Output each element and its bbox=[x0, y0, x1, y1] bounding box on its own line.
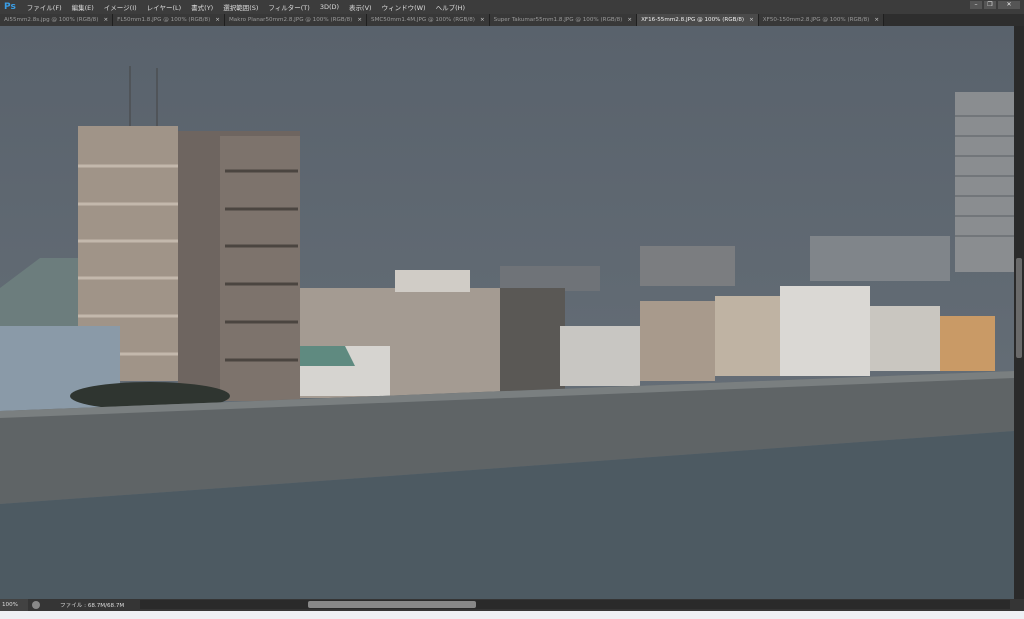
menu-3d[interactable]: 3D(D) bbox=[315, 3, 344, 11]
photoshop-logo: Ps bbox=[4, 2, 16, 12]
minimize-button[interactable]: – bbox=[970, 1, 982, 9]
status-icon bbox=[32, 601, 40, 609]
tab-label: FL50mm1.8.JPG @ 100% (RGB/8) bbox=[117, 17, 211, 23]
horizontal-scroll-thumb[interactable] bbox=[308, 601, 476, 608]
close-button[interactable]: ✕ bbox=[998, 1, 1020, 9]
tab-label: XF50-150mm2.8.JPG @ 100% (RGB/8) bbox=[762, 17, 870, 23]
close-tab-icon[interactable]: × bbox=[480, 17, 485, 23]
close-tab-icon[interactable]: × bbox=[749, 17, 754, 23]
menu-file[interactable]: ファイル(F) bbox=[22, 2, 67, 12]
taskbar-strip bbox=[0, 611, 1024, 619]
menu-bar: Ps ファイル(F) 編集(E) イメージ(I) レイヤー(L) 書式(Y) 選… bbox=[0, 0, 1024, 14]
menu-select[interactable]: 選択範囲(S) bbox=[218, 2, 263, 12]
tab-ai55[interactable]: Ai55mm2.8s.jpg @ 100% (RGB/8) × bbox=[0, 14, 114, 26]
tab-label: SMC50mm1.4M.JPG @ 100% (RGB/8) bbox=[371, 17, 475, 23]
tab-xf50-150[interactable]: XF50-150mm2.8.JPG @ 100% (RGB/8) × bbox=[758, 14, 885, 26]
menu-help[interactable]: ヘルプ(H) bbox=[431, 2, 470, 12]
document-size: ファイル : 68.7M/68.7M bbox=[60, 603, 125, 609]
tab-label: Super Takumar55mm1.8.JPG @ 100% (RGB/8) bbox=[493, 17, 623, 23]
tab-xf16-55[interactable]: XF16-55mm2.8.JPG @ 100% (RGB/8) × bbox=[637, 14, 759, 26]
menu-view[interactable]: 表示(V) bbox=[344, 2, 377, 12]
close-tab-icon[interactable]: × bbox=[627, 17, 632, 23]
menu-layer[interactable]: レイヤー(L) bbox=[142, 2, 187, 12]
photo-riverside-buildings bbox=[0, 26, 1014, 599]
status-bar: 100% ファイル : 68.7M/68.7M ▶ bbox=[0, 599, 1024, 611]
menu-image[interactable]: イメージ(I) bbox=[99, 2, 142, 12]
close-tab-icon[interactable]: × bbox=[215, 17, 220, 23]
menu-edit[interactable]: 編集(E) bbox=[67, 2, 99, 12]
tab-fl50[interactable]: FL50mm1.8.JPG @ 100% (RGB/8) × bbox=[113, 14, 225, 26]
zoom-level[interactable]: 100% bbox=[0, 599, 28, 611]
menu-type[interactable]: 書式(Y) bbox=[186, 2, 218, 12]
close-tab-icon[interactable]: × bbox=[357, 17, 362, 23]
tab-smc50[interactable]: SMC50mm1.4M.JPG @ 100% (RGB/8) × bbox=[367, 14, 490, 26]
tab-super-takumar[interactable]: Super Takumar55mm1.8.JPG @ 100% (RGB/8) × bbox=[489, 14, 638, 26]
close-tab-icon[interactable]: × bbox=[103, 17, 108, 23]
restore-button[interactable]: ❐ bbox=[984, 1, 996, 9]
tab-label: Makro Planar50mm2.8.JPG @ 100% (RGB/8) bbox=[228, 17, 353, 23]
menu-window[interactable]: ウィンドウ(W) bbox=[377, 2, 431, 12]
document-canvas[interactable] bbox=[0, 26, 1014, 599]
tab-label: Ai55mm2.8s.jpg @ 100% (RGB/8) bbox=[4, 17, 99, 23]
tab-label: XF16-55mm2.8.JPG @ 100% (RGB/8) bbox=[641, 17, 745, 23]
document-tabs: Ai55mm2.8s.jpg @ 100% (RGB/8) × FL50mm1.8… bbox=[0, 14, 1024, 26]
vertical-scroll-thumb[interactable] bbox=[1016, 258, 1022, 358]
horizontal-scrollbar[interactable] bbox=[140, 600, 1010, 609]
close-tab-icon[interactable]: × bbox=[874, 17, 879, 23]
tab-makro-planar[interactable]: Makro Planar50mm2.8.JPG @ 100% (RGB/8) × bbox=[224, 14, 368, 26]
vertical-scrollbar[interactable] bbox=[1014, 26, 1024, 599]
menu-filter[interactable]: フィルター(T) bbox=[263, 2, 314, 12]
